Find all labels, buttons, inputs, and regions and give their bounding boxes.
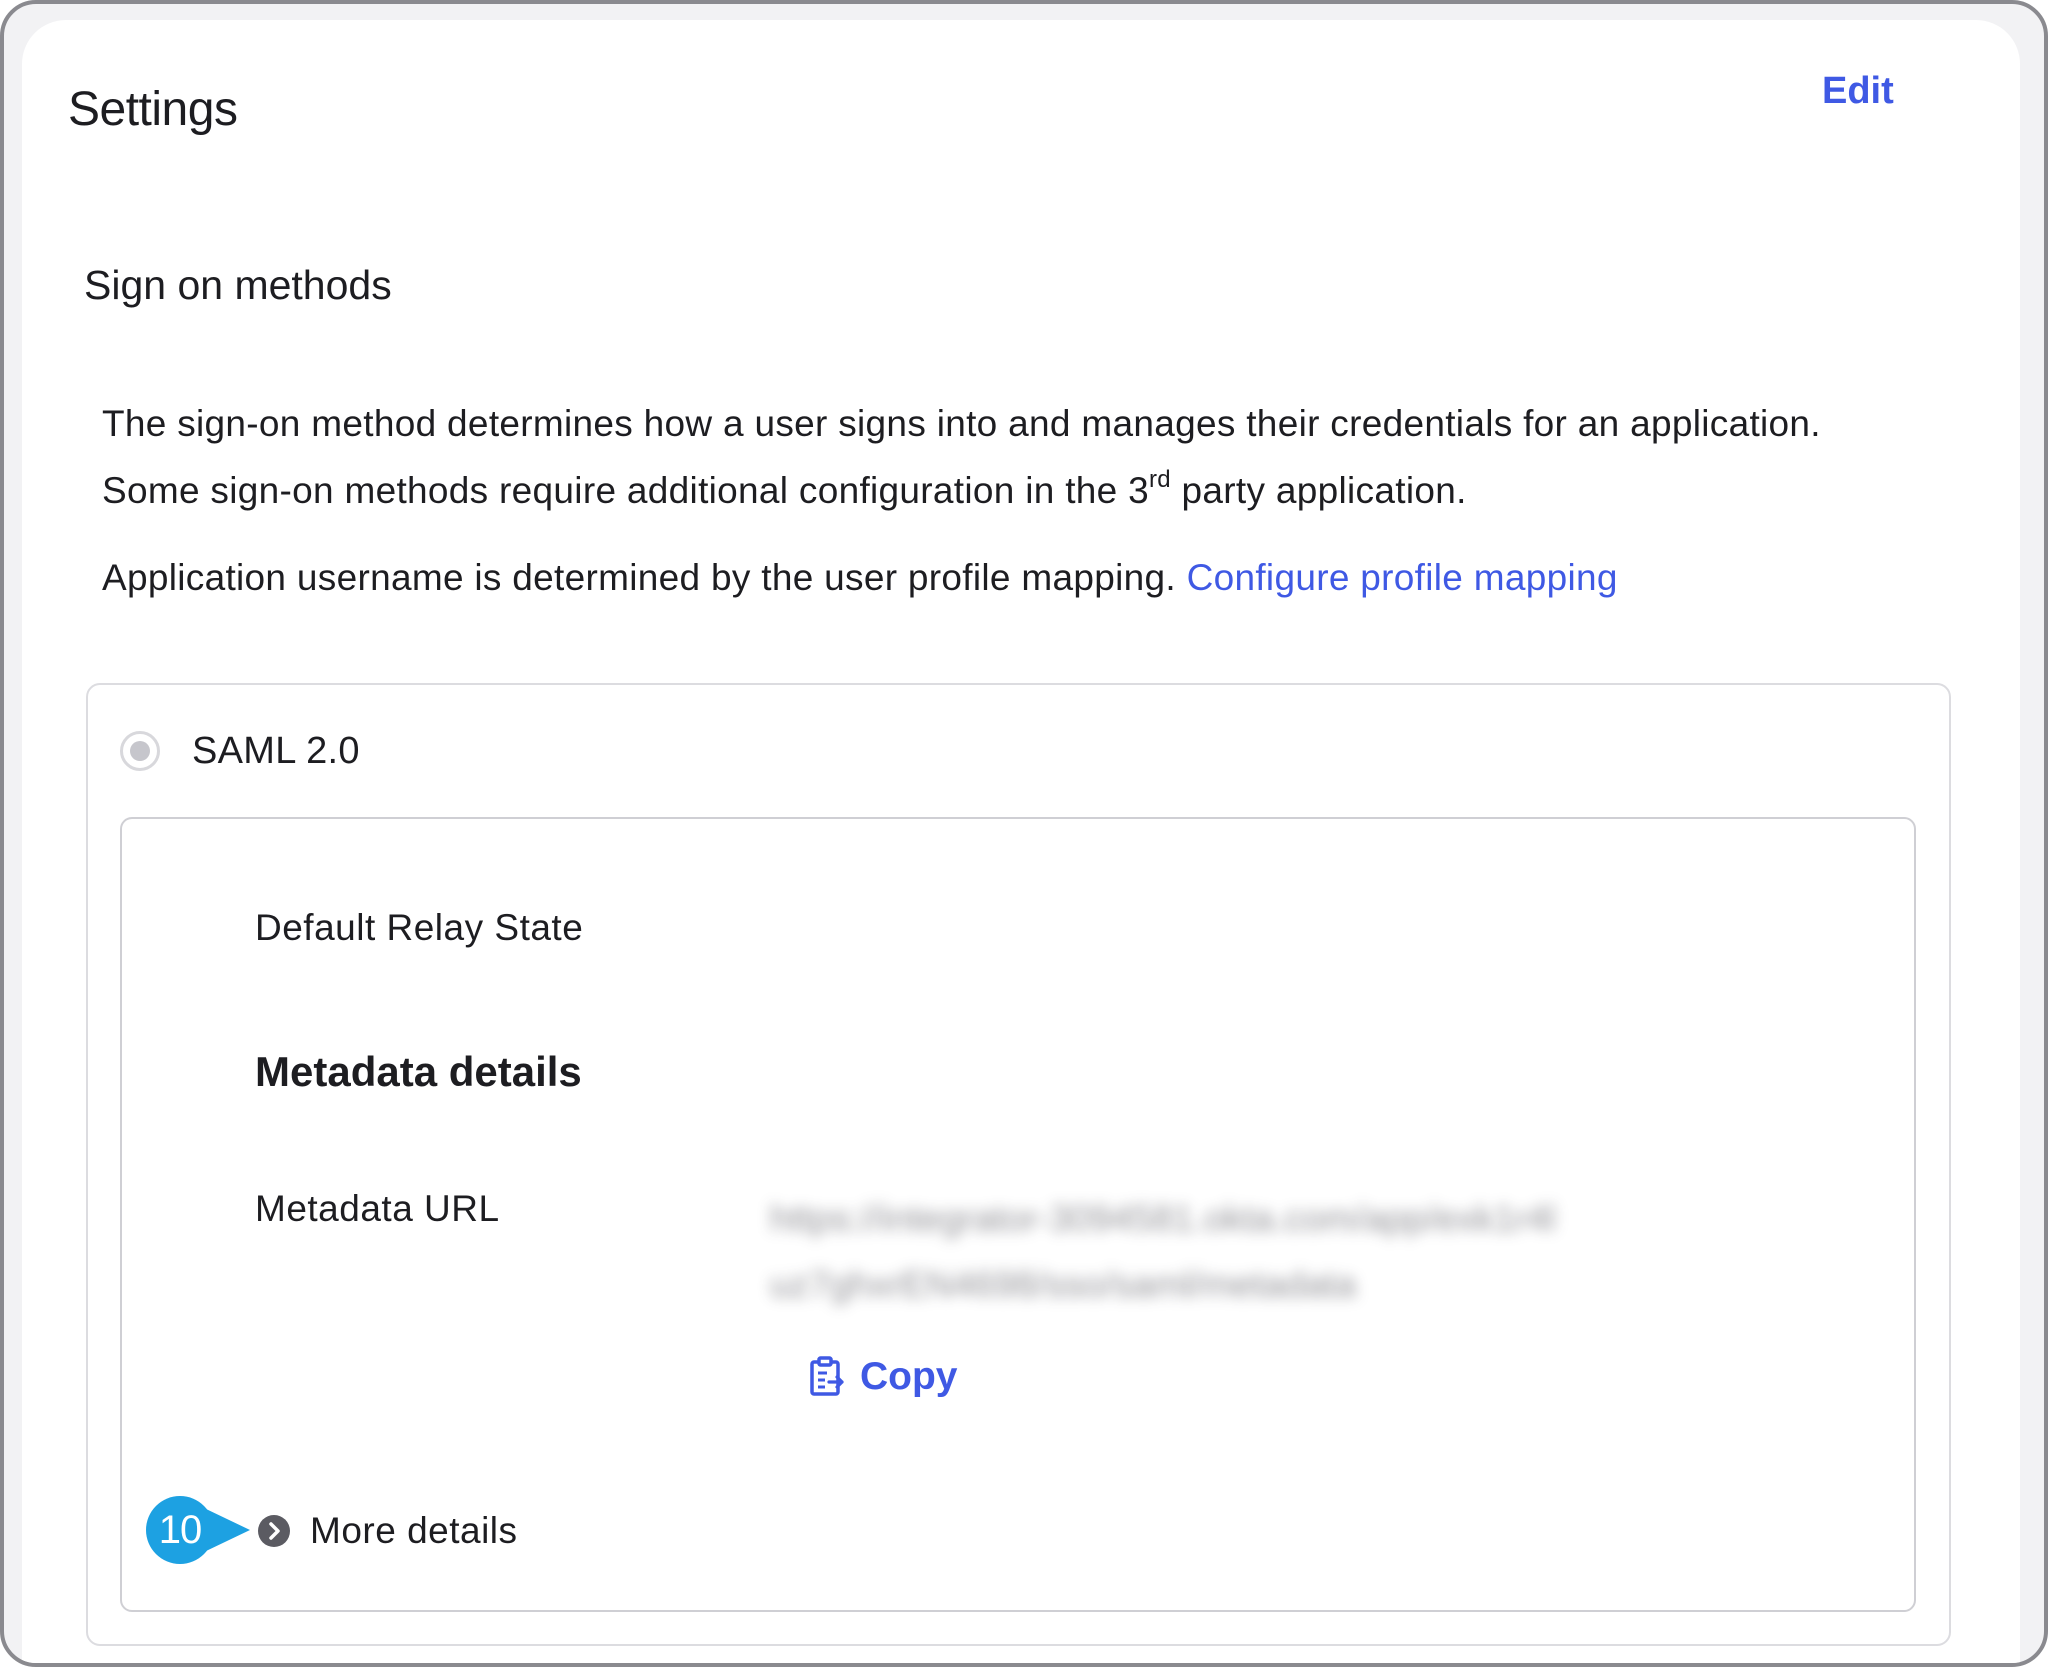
page-title: Settings [68,83,238,136]
copy-label: Copy [860,1355,958,1398]
configure-profile-mapping-link[interactable]: Configure profile mapping [1187,557,1618,598]
saml-radio-label[interactable]: SAML 2.0 [192,730,360,773]
metadata-url-label: Metadata URL [255,1188,500,1229]
copy-button[interactable]: Copy [808,1355,958,1399]
saml-radio-button[interactable] [120,731,160,771]
description-text-end: party application. [1170,470,1467,511]
username-text: Application username is determined by th… [102,557,1187,598]
edit-link[interactable]: Edit [1822,70,1894,113]
clipboard-copy-icon [810,1356,844,1396]
chevron-right-circle-icon [258,1515,290,1547]
metadata-url-value: https://integrator-3094581.okta.com/app/… [770,1198,1556,1305]
callout-number: 10 [158,1507,203,1552]
sign-on-description: The sign-on method determines how a user… [102,390,1902,524]
more-details-label: More details [310,1510,518,1551]
description-text: The sign-on method determines how a user… [102,403,1821,511]
ordinal-superscript: rd [1149,466,1171,493]
default-relay-state-label: Default Relay State [255,907,584,948]
section-title: Sign on methods [84,262,392,308]
more-details-toggle[interactable]: More details [258,1510,518,1552]
username-description: Application username is determined by th… [102,557,1618,599]
metadata-details-heading: Metadata details [255,1048,582,1095]
